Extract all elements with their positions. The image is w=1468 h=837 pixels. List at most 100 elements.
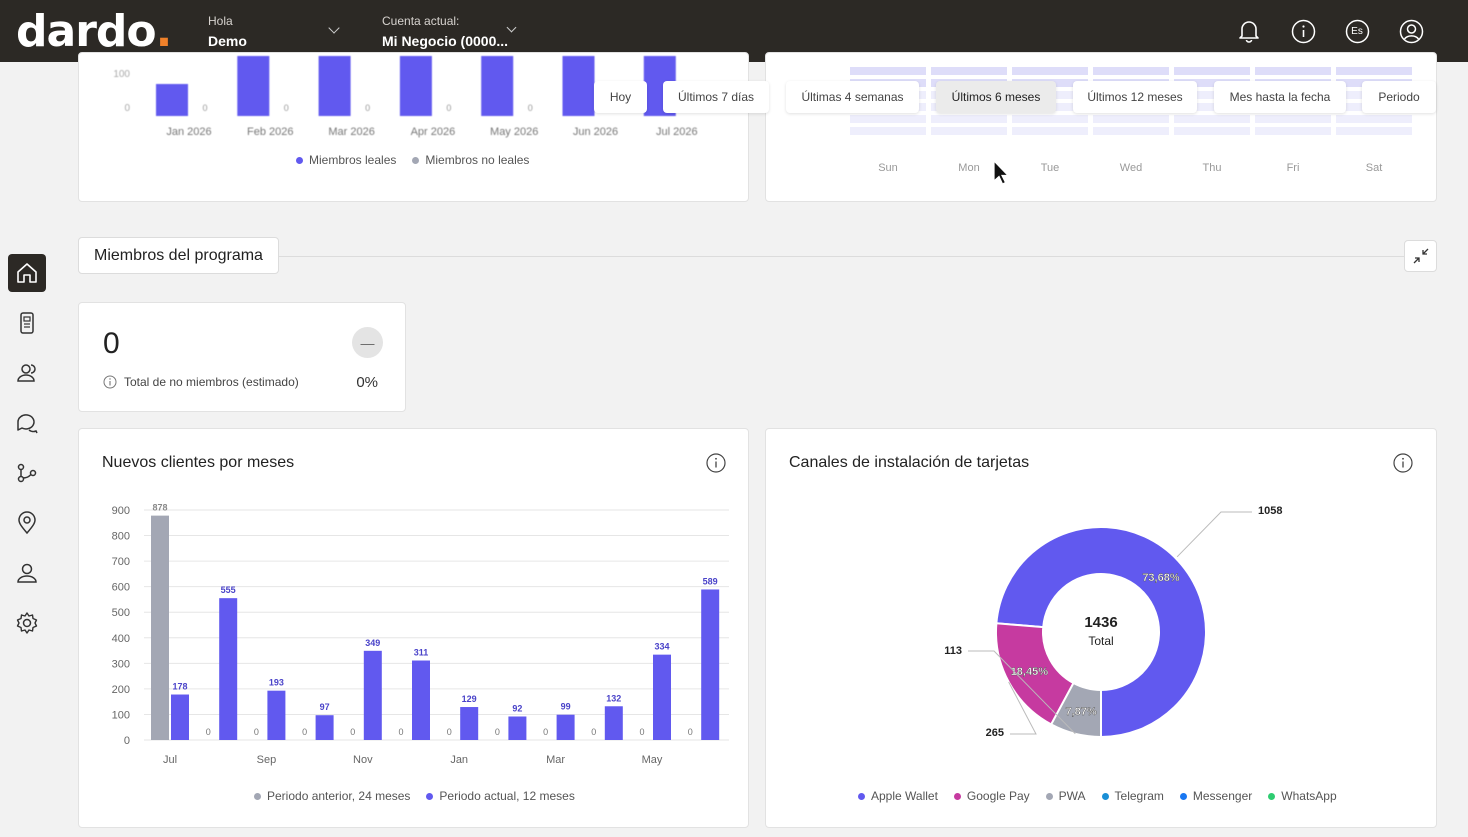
filter-today[interactable]: Hoy — [594, 81, 647, 113]
slice-percent-label: 73,68% — [1142, 572, 1180, 584]
bar-value-label: 92 — [512, 703, 522, 713]
user-icon[interactable] — [8, 554, 46, 592]
bar-value-label: 178 — [172, 682, 187, 692]
language-label: Es — [1351, 25, 1363, 37]
collapse-button[interactable] — [1404, 240, 1437, 272]
greeting-name: Demo — [208, 33, 247, 49]
x-tick-label: Mar 2026 — [328, 126, 374, 138]
legend-label: Telegram — [1114, 789, 1164, 803]
account-name: Mi Negocio (0000... — [382, 33, 509, 49]
y-tick-label: 100 — [112, 709, 130, 721]
heatmap-cell — [850, 127, 926, 135]
legend-item[interactable]: Google Pay — [953, 789, 1030, 803]
y-tick-label: 200 — [112, 684, 130, 696]
x-tick-label: Jan 2026 — [166, 126, 211, 138]
bar-value-label: 555 — [221, 585, 236, 595]
loyal-members-card: 100 0 0 Jan 2026 0 Feb 2026 0 Mar 2026 0 Apr 2026… — [78, 52, 749, 202]
chat-icon[interactable] — [8, 404, 46, 442]
filter-period[interactable]: Periodo — [1362, 81, 1436, 113]
x-tick-label: Jul — [163, 754, 177, 766]
legend-item[interactable]: PWA — [1045, 789, 1086, 803]
y-tick-label: 600 — [112, 582, 130, 594]
bell-icon[interactable] — [1236, 18, 1262, 44]
chevron-down-icon[interactable] — [328, 22, 340, 34]
x-tick-label: Jul 2026 — [656, 126, 698, 138]
heatmap-cell — [931, 67, 1007, 75]
y-tick-label: 400 — [112, 633, 130, 645]
bar-value-label: 311 — [414, 648, 429, 658]
day-label: Fri — [1287, 162, 1300, 174]
heatmap-cell — [1336, 67, 1412, 75]
bar-value-label: 0 — [302, 727, 307, 737]
greeting-label: Hola — [208, 14, 233, 28]
non-members-card: 0 — Total de no miembros (estimado) 0% — [78, 302, 406, 412]
trend-badge: — — [352, 327, 383, 358]
greeting[interactable]: Hola Demo — [208, 14, 247, 49]
language-icon[interactable]: Es — [1344, 18, 1370, 44]
gear-icon[interactable] — [8, 604, 46, 642]
day-label: Tue — [1041, 162, 1060, 174]
bar-value-label: 0 — [202, 103, 207, 113]
bar-value-label: 0 — [543, 727, 548, 737]
slice-percent-label: 7,87% — [1065, 706, 1096, 718]
bar — [412, 660, 430, 740]
slice-percent-label: 18,45% — [1011, 666, 1049, 678]
bar-value-label: 132 — [606, 693, 621, 703]
mouse-cursor-icon — [993, 160, 1010, 185]
dardo-logo[interactable]: dardo. — [16, 8, 172, 56]
bar-value-label: 129 — [462, 694, 477, 704]
loyal-legend: Miembros leales Miembros no leales — [296, 153, 529, 167]
heatmap-cell — [1012, 67, 1088, 75]
filter-4-weeks[interactable]: Últimas 4 semanas — [786, 81, 919, 113]
heatmap-cell — [850, 67, 926, 75]
legend-item[interactable]: Messenger — [1179, 789, 1252, 803]
legend-label: Google Pay — [966, 789, 1030, 803]
legend-swatch — [1179, 792, 1187, 800]
legend-loyal[interactable]: Miembros leales — [296, 153, 396, 167]
bar-value-label: 97 — [320, 702, 330, 712]
members-icon[interactable] — [8, 354, 46, 392]
legend-swatch — [858, 792, 865, 800]
bar — [219, 598, 238, 740]
legend-swatch — [1045, 792, 1053, 800]
x-tick-label: May — [642, 754, 663, 766]
filter-6-months[interactable]: Últimos 6 meses — [936, 81, 1056, 113]
y-tick-label: 0 — [124, 103, 130, 114]
legend-current-period[interactable]: Periodo actual, 12 meses — [426, 789, 575, 803]
legend-item[interactable]: Telegram — [1101, 789, 1164, 803]
bar — [508, 716, 527, 740]
bar-value-label: 0 — [365, 103, 370, 113]
filter-12-months[interactable]: Últimos 12 meses — [1073, 81, 1197, 113]
sidebar — [0, 62, 55, 837]
heatmap-cell — [1255, 67, 1331, 75]
info-icon[interactable] — [103, 375, 117, 389]
x-tick-label: Sep — [257, 754, 277, 766]
install-channels-legend: Apple Wallet Google Pay PWA Telegram Messeng… — [858, 789, 1337, 803]
filter-7-days[interactable]: Últimos 7 días — [663, 81, 769, 113]
location-icon[interactable] — [8, 504, 46, 542]
x-tick-label: Mar — [546, 754, 565, 766]
user-icon[interactable] — [1398, 18, 1424, 44]
bar — [237, 56, 270, 116]
account-selector[interactable]: Cuenta actual: Mi Negocio (0000... — [382, 14, 522, 49]
home-icon[interactable] — [8, 254, 46, 292]
bar — [556, 714, 575, 740]
legend-item[interactable]: WhatsApp — [1268, 789, 1337, 803]
legend-item[interactable]: Apple Wallet — [858, 789, 938, 803]
new-clients-chart: 0 100 200 300 400 500 600 700 800 900 878 178 0 555 0 1… — [112, 503, 729, 766]
heatmap-cell — [1255, 127, 1331, 135]
legend-non-loyal[interactable]: Miembros no leales — [412, 153, 529, 167]
flow-icon[interactable] — [8, 454, 46, 492]
wallet-card-icon[interactable] — [8, 304, 46, 342]
bar-value-label: 0 — [254, 727, 259, 737]
bar-value-label: 589 — [703, 576, 718, 586]
info-icon[interactable] — [1290, 18, 1316, 44]
legend-label: WhatsApp — [1281, 789, 1337, 803]
donut-total-value: 1436 — [1084, 614, 1117, 631]
non-members-label: Total de no miembros (estimado) — [124, 375, 299, 389]
legend-previous-period[interactable]: Periodo anterior, 24 meses — [254, 789, 410, 803]
heatmap-cell — [1174, 115, 1250, 123]
bar-value-label: 0 — [206, 727, 211, 737]
filter-month-to-date[interactable]: Mes hasta la fecha — [1214, 81, 1346, 113]
bar — [315, 715, 334, 740]
